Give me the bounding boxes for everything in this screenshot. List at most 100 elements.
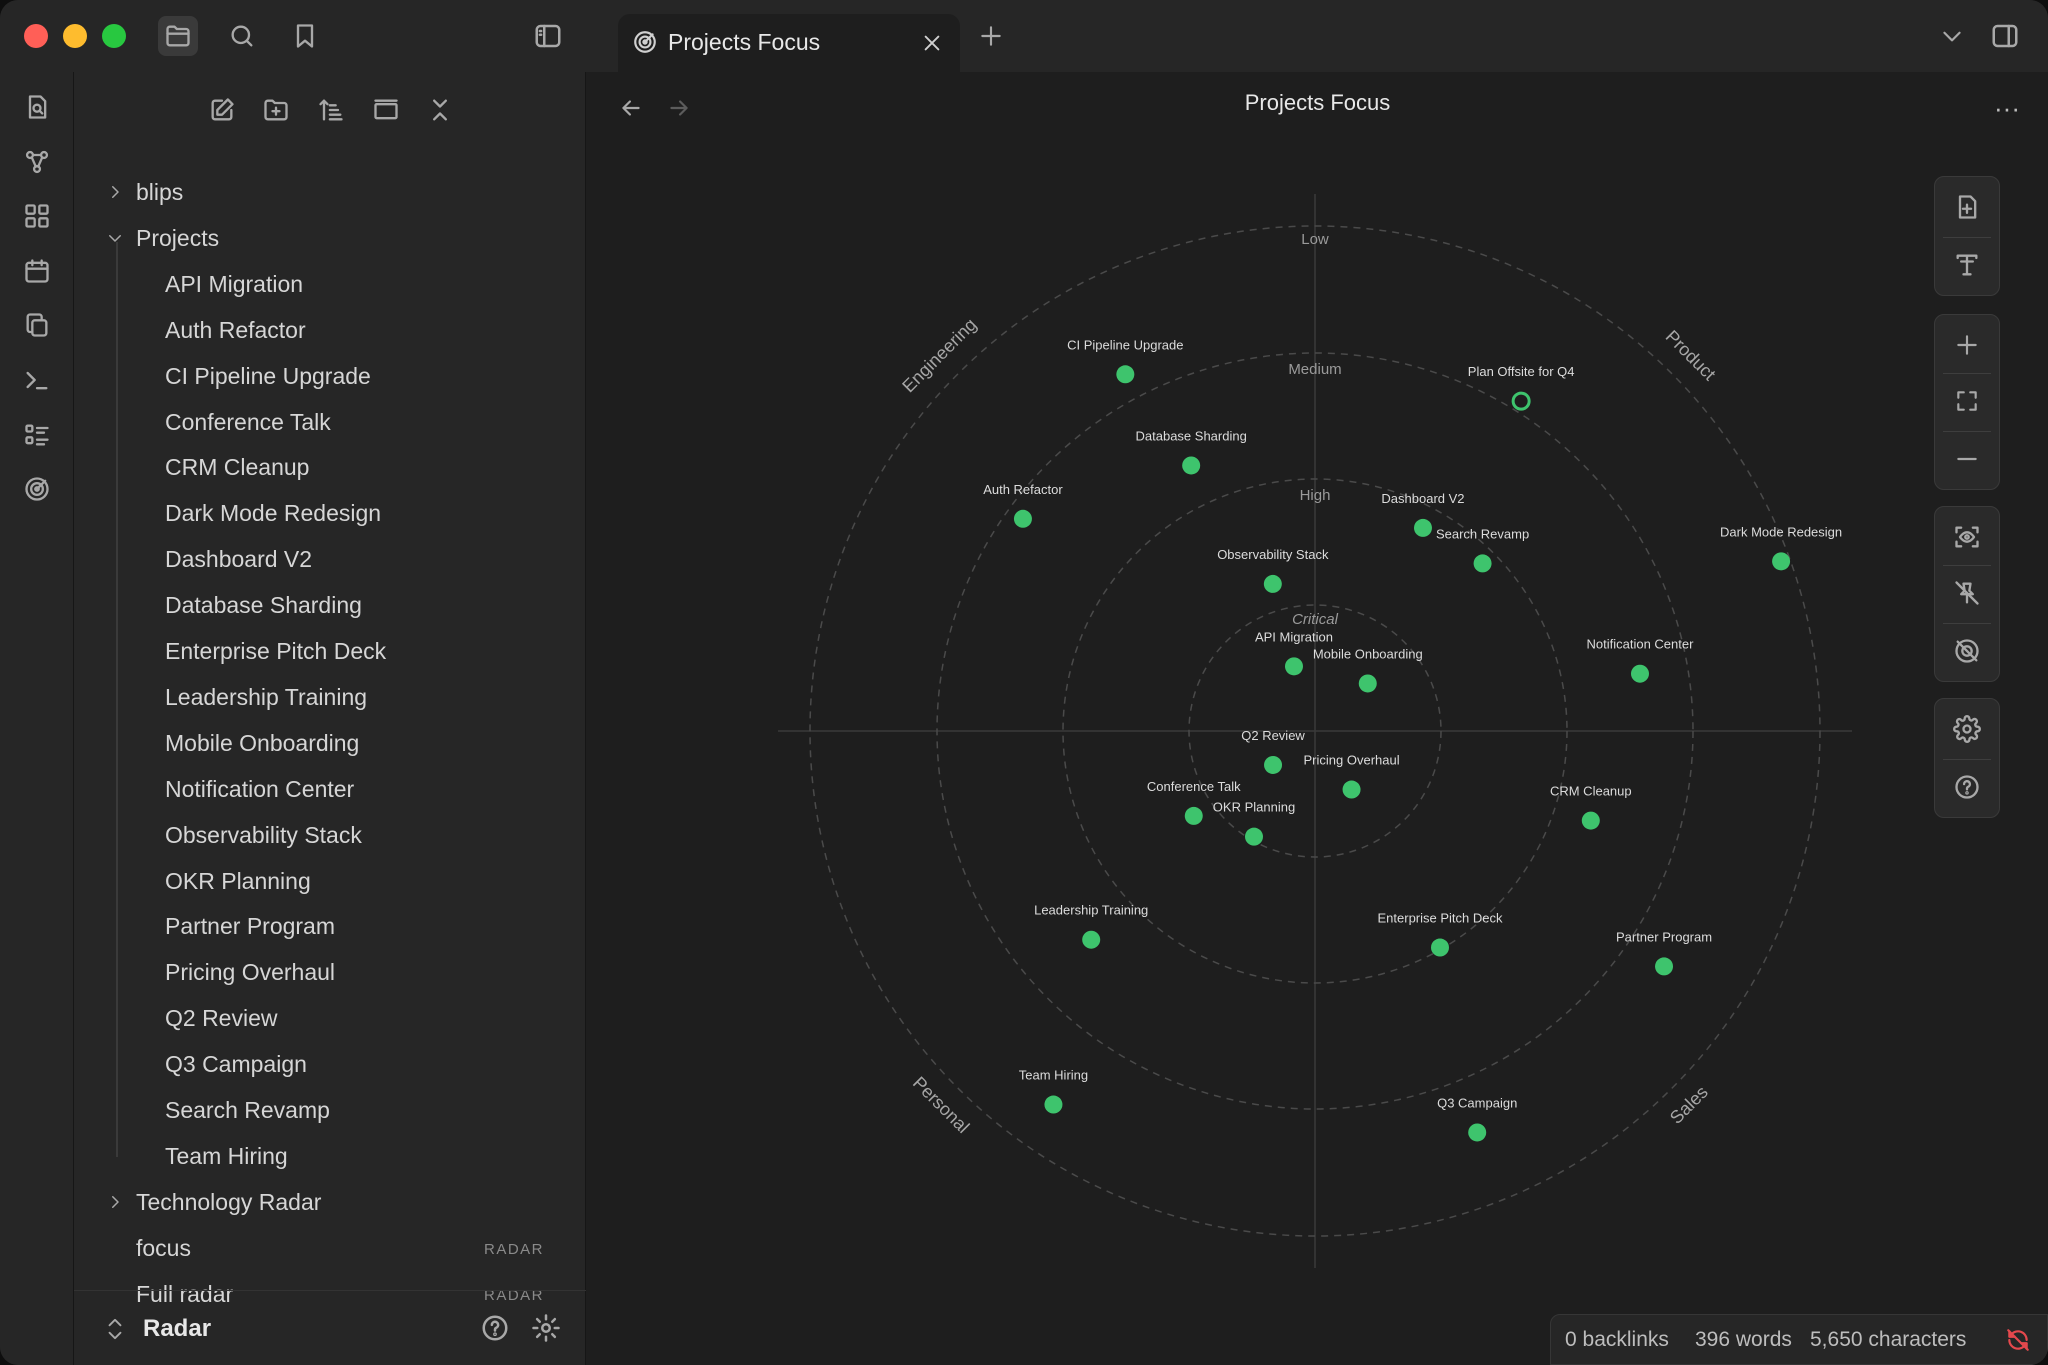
blip-label[interactable]: Q3 Campaign xyxy=(1437,1095,1517,1110)
file-item[interactable]: Observability Stack xyxy=(74,813,586,857)
file-item[interactable]: Enterprise Pitch Deck xyxy=(74,629,586,673)
file-item[interactable]: API Migration xyxy=(74,262,586,306)
help-icon[interactable] xyxy=(480,1313,512,1345)
canvas-icon[interactable] xyxy=(17,196,57,236)
file-item[interactable]: CRM Cleanup xyxy=(74,445,586,489)
blip-dot[interactable] xyxy=(1511,391,1531,411)
blip-dot[interactable] xyxy=(1184,806,1203,825)
minimize-window-button[interactable] xyxy=(63,24,87,48)
file-item[interactable]: Conference Talk xyxy=(74,400,586,444)
zoom-out-icon[interactable] xyxy=(1943,435,1991,483)
blip-label[interactable]: Dashboard V2 xyxy=(1381,491,1464,506)
blip-dot[interactable] xyxy=(1431,938,1449,957)
blip-dot[interactable] xyxy=(1473,554,1492,573)
blip-dot[interactable] xyxy=(1772,552,1791,571)
search-note-icon[interactable] xyxy=(17,87,57,127)
blip-dot[interactable] xyxy=(1263,574,1282,593)
blip-dot[interactable] xyxy=(1182,456,1201,475)
blip-dot[interactable] xyxy=(1358,674,1377,693)
file-item[interactable]: Database Sharding xyxy=(74,583,586,627)
blip-label[interactable]: Search Revamp xyxy=(1436,526,1529,541)
fit-icon[interactable] xyxy=(1943,377,1991,425)
focus-icon[interactable] xyxy=(1943,513,1991,561)
blip-dot[interactable] xyxy=(1581,811,1600,830)
blip-label[interactable]: API Migration xyxy=(1255,629,1333,644)
folder-item[interactable]: Projects xyxy=(74,216,586,260)
new-tab-icon[interactable] xyxy=(971,16,1011,56)
blip-dot[interactable] xyxy=(1630,664,1649,683)
blip-dot[interactable] xyxy=(1245,827,1263,846)
blip-label[interactable]: Auth Refactor xyxy=(983,482,1063,497)
blip-label[interactable]: Notification Center xyxy=(1587,637,1695,652)
toggle-left-sidebar-icon[interactable] xyxy=(528,16,568,56)
file-item[interactable]: Dashboard V2 xyxy=(74,537,586,581)
backlinks-count[interactable]: 0 backlinks xyxy=(1565,1328,1669,1352)
toggle-right-sidebar-icon[interactable] xyxy=(1985,16,2025,56)
file-item[interactable]: Pricing Overhaul xyxy=(74,950,586,994)
files-icon[interactable] xyxy=(158,16,198,56)
file-item[interactable]: Notification Center xyxy=(74,767,586,811)
zoom-window-button[interactable] xyxy=(102,24,126,48)
file-item[interactable]: focus RADAR xyxy=(74,1226,586,1270)
new-folder-icon[interactable] xyxy=(256,90,296,130)
blip-label[interactable]: CRM Cleanup xyxy=(1550,784,1632,799)
blip-dot[interactable] xyxy=(1082,930,1101,949)
blip-dot[interactable] xyxy=(1342,780,1361,799)
tab-list-chevron-icon[interactable] xyxy=(1932,16,1972,56)
terminal-icon[interactable] xyxy=(17,360,57,400)
graph-icon[interactable] xyxy=(17,142,57,182)
zoom-in-icon[interactable] xyxy=(1943,321,1991,369)
blip-label[interactable]: Leadership Training xyxy=(1034,903,1148,918)
blip-dot[interactable] xyxy=(1413,518,1432,537)
blip-dot[interactable] xyxy=(1116,365,1135,384)
hide-icon[interactable] xyxy=(1943,627,1991,675)
blip-label[interactable]: CI Pipeline Upgrade xyxy=(1067,337,1183,352)
blip-label[interactable]: Database Sharding xyxy=(1136,428,1247,443)
vault-name[interactable]: Radar xyxy=(143,1315,211,1343)
chevron-right-icon[interactable] xyxy=(104,1191,126,1213)
calendar-icon[interactable] xyxy=(17,251,57,291)
blip-label[interactable]: Partner Program xyxy=(1616,929,1712,944)
blip-label[interactable]: Plan Offsite for Q4 xyxy=(1468,364,1575,379)
sort-icon[interactable] xyxy=(311,90,351,130)
blip-label[interactable]: Enterprise Pitch Deck xyxy=(1378,911,1503,926)
help-icon[interactable] xyxy=(1943,763,1991,811)
search-icon[interactable] xyxy=(222,16,262,56)
file-item[interactable]: CI Pipeline Upgrade xyxy=(74,354,586,398)
unpin-icon[interactable] xyxy=(1943,569,1991,617)
blip-dot[interactable] xyxy=(1655,957,1674,976)
file-item[interactable]: Dark Mode Redesign xyxy=(74,491,586,535)
file-item[interactable]: Q3 Campaign xyxy=(74,1042,586,1086)
bookmark-icon[interactable] xyxy=(285,16,325,56)
text-icon[interactable] xyxy=(1943,241,1991,289)
new-note-icon[interactable] xyxy=(1943,183,1991,231)
blip-label[interactable]: OKR Planning xyxy=(1213,800,1295,815)
file-item[interactable]: OKR Planning xyxy=(74,859,586,903)
chevron-right-icon[interactable] xyxy=(104,181,126,203)
blip-label[interactable]: Q2 Review xyxy=(1241,728,1305,743)
blip-label[interactable]: Observability Stack xyxy=(1217,547,1329,562)
file-item[interactable]: Leadership Training xyxy=(74,675,586,719)
file-item[interactable]: Partner Program xyxy=(74,904,586,948)
sync-disabled-icon[interactable] xyxy=(2005,1327,2033,1355)
blip-dot[interactable] xyxy=(1468,1123,1487,1142)
radar-icon[interactable] xyxy=(17,469,57,509)
blip-label[interactable]: Conference Talk xyxy=(1147,779,1241,794)
file-item[interactable]: Search Revamp xyxy=(74,1088,586,1132)
folder-item[interactable]: Technology Radar xyxy=(74,1180,586,1224)
file-item[interactable]: Auth Refactor xyxy=(74,308,586,352)
blip-label[interactable]: Mobile Onboarding xyxy=(1313,646,1423,661)
blip-dot[interactable] xyxy=(1264,755,1283,774)
blip-dot[interactable] xyxy=(1044,1095,1063,1114)
blip-label[interactable]: Pricing Overhaul xyxy=(1304,753,1400,768)
tab-projects-focus[interactable]: Projects Focus xyxy=(618,14,960,72)
chevron-down-icon[interactable] xyxy=(104,227,126,249)
blip-dot[interactable] xyxy=(1284,657,1303,676)
file-item[interactable]: Team Hiring xyxy=(74,1134,586,1178)
file-item[interactable]: Mobile Onboarding xyxy=(74,721,586,765)
file-item[interactable]: Q2 Review xyxy=(74,996,586,1040)
new-note-icon[interactable] xyxy=(202,90,242,130)
folder-item[interactable]: blips xyxy=(74,170,586,214)
vault-switcher-icon[interactable] xyxy=(104,1315,128,1343)
copy-icon[interactable] xyxy=(17,305,57,345)
